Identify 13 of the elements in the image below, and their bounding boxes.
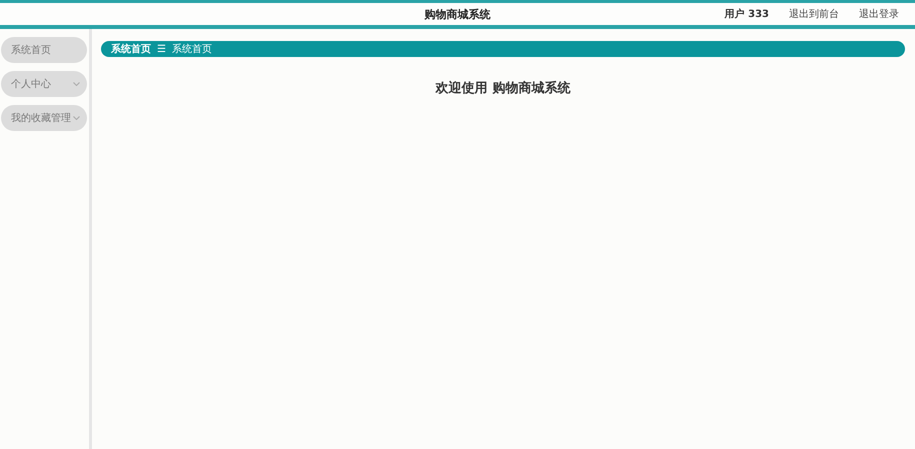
menu-item[interactable]: 系统首页 [1,37,87,63]
chevron-icon [73,82,80,86]
user-label: 用户 333 [724,7,769,21]
chevron-icon [73,116,80,120]
breadcrumb-item[interactable]: 系统首页 [172,42,212,56]
app-title: 购物商城系统 [424,6,490,22]
breadcrumb-separator: ☰ [157,44,166,54]
breadcrumb-item[interactable]: 系统首页 [111,42,151,56]
menu-item[interactable]: 个人中心 [1,71,87,97]
header-link[interactable]: 退出到前台 [789,7,839,21]
header-link[interactable]: 退出登录 [859,7,899,21]
welcome-heading: 欢迎使用 购物商城系统 [434,80,572,97]
menu-item[interactable]: 我的收藏管理 [1,105,87,131]
